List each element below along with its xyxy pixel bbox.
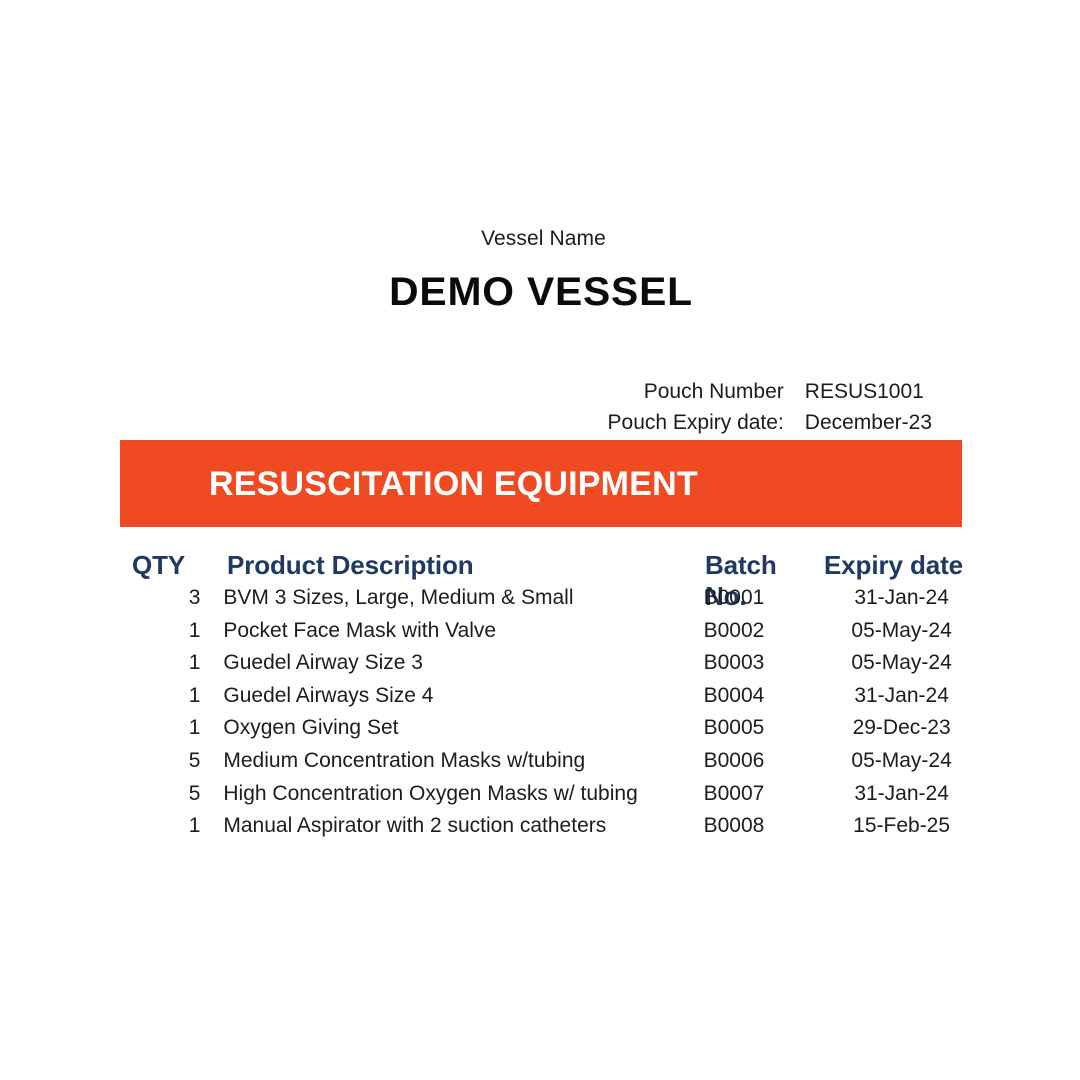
table-row: 1 Pocket Face Mask with Valve B0002 05-May-…	[120, 619, 980, 652]
cell-qty: 1	[188, 618, 201, 642]
cell-description: Guedel Airways Size 4	[223, 683, 434, 707]
cell-expiry: 31-Jan-24	[854, 586, 949, 609]
vessel-header: Vessel Name DEMO VESSEL	[0, 224, 1080, 318]
table-row: 1 Guedel Airway Size 3 B0003 05-May-24	[120, 651, 980, 684]
pouch-number-label: Pouch Number	[643, 380, 784, 403]
cell-description: High Concentration Oxygen Masks w/ tubin…	[223, 781, 638, 805]
cell-expiry: 29-Dec-23	[852, 716, 951, 740]
pouch-number-row: Pouch Number RESUS1001	[300, 376, 980, 407]
cell-qty: 1	[188, 651, 201, 675]
cell-expiry: 05-May-24	[851, 651, 952, 675]
cell-qty: 1	[188, 814, 201, 838]
cell-description: Manual Aspirator with 2 suction catheter…	[223, 814, 607, 838]
pouch-details: Pouch Number RESUS1001 Pouch Expiry date…	[300, 376, 980, 438]
cell-batch: B0007	[703, 781, 765, 805]
pouch-number-value: RESUS1001	[804, 380, 924, 403]
table-body: 3 BVM 3 Sizes, Large, Medium & Small B0001…	[120, 586, 980, 847]
cell-qty: 3	[188, 586, 201, 609]
table-row: 1 Guedel Airways Size 4 B0004 31-Jan-24	[120, 684, 980, 717]
cell-description: Medium Concentration Masks w/tubing	[223, 748, 586, 772]
cell-description: Pocket Face Mask with Valve	[223, 618, 497, 642]
table-row: 3 BVM 3 Sizes, Large, Medium & Small B0001…	[120, 586, 980, 619]
section-banner-title: RESUSCITATION EQUIPMENT	[209, 464, 698, 503]
equipment-table: QTY Product Description Batch No. Expiry…	[120, 550, 980, 847]
column-header-expiry: Expiry date	[823, 550, 964, 580]
column-header-description: Product Description	[226, 550, 474, 580]
cell-batch: B0003	[703, 651, 765, 675]
cell-qty: 1	[188, 716, 201, 740]
cell-batch: B0005	[703, 716, 765, 740]
table-row: 1 Oxygen Giving Set B0005 29-Dec-23	[120, 716, 980, 749]
cell-batch: B0001	[703, 586, 765, 609]
column-header-qty: QTY	[132, 550, 186, 580]
cell-expiry: 05-May-24	[851, 618, 952, 642]
cell-expiry: 15-Feb-25	[853, 814, 951, 838]
cell-expiry: 31-Jan-24	[854, 781, 949, 805]
cell-batch: B0006	[703, 748, 765, 772]
cell-expiry: 31-Jan-24	[854, 683, 949, 707]
table-row: 5 Medium Concentration Masks w/tubing B000…	[120, 749, 980, 782]
cell-description: BVM 3 Sizes, Large, Medium & Small	[223, 586, 574, 609]
cell-description: Guedel Airway Size 3	[223, 651, 423, 675]
cell-qty: 5	[188, 748, 201, 772]
cell-batch: B0004	[703, 683, 765, 707]
pouch-expiry-value: December-23	[804, 411, 933, 434]
table-row: 5 High Concentration Oxygen Masks w/ tubi…	[120, 782, 980, 815]
document-page: Vessel Name DEMO VESSEL Pouch Number RES…	[0, 0, 1080, 1080]
pouch-expiry-label: Pouch Expiry date:	[607, 411, 784, 434]
table-header: QTY Product Description Batch No. Expiry…	[120, 550, 980, 611]
pouch-expiry-row: Pouch Expiry date: December-23	[300, 407, 980, 438]
table-row: 1 Manual Aspirator with 2 suction cathete…	[120, 814, 980, 847]
cell-description: Oxygen Giving Set	[223, 716, 399, 740]
vessel-name-label: Vessel Name	[481, 227, 606, 250]
table-header-row: QTY Product Description Batch No. Expiry…	[120, 550, 980, 611]
cell-qty: 1	[188, 683, 201, 707]
cell-expiry: 05-May-24	[851, 748, 952, 772]
cell-qty: 5	[188, 781, 201, 805]
vessel-name-value: DEMO VESSEL	[389, 270, 693, 314]
section-banner: RESUSCITATION EQUIPMENT	[120, 440, 962, 527]
cell-batch: B0008	[703, 814, 765, 838]
cell-batch: B0002	[703, 618, 765, 642]
